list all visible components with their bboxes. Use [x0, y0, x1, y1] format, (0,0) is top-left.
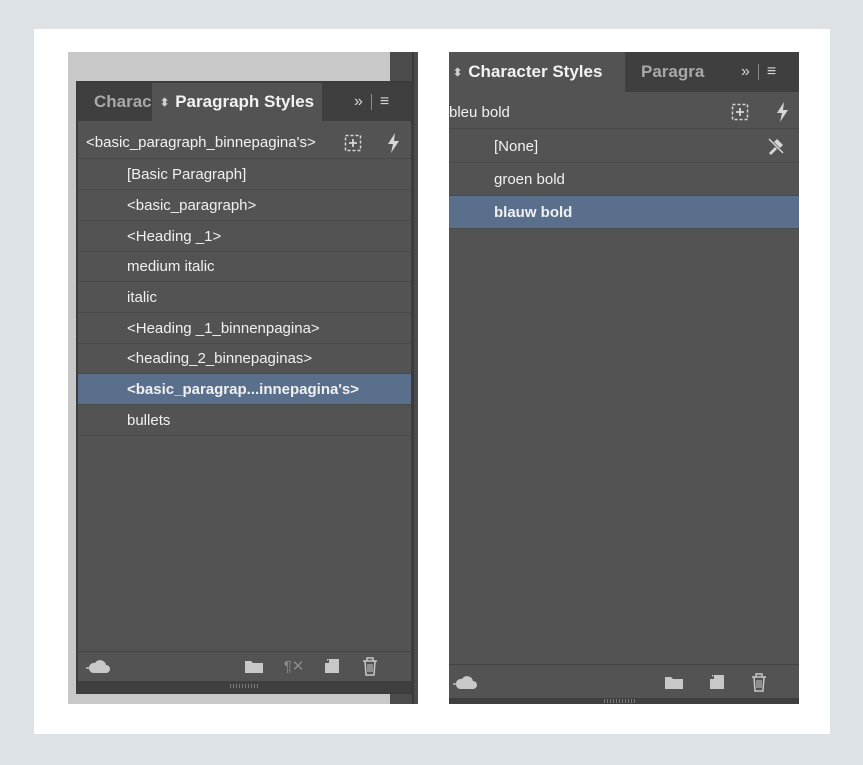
style-label: [None] [494, 137, 539, 155]
new-style-icon[interactable] [322, 655, 342, 677]
list-item[interactable]: medium italic [78, 252, 411, 282]
list-item[interactable]: groen bold [449, 163, 799, 196]
panel-tab-bar: ⬍ Character Styles Paragra » ≡ [449, 52, 799, 92]
list-item[interactable]: [Basic Paragraph] [78, 159, 411, 190]
quick-apply-icon[interactable] [382, 132, 404, 154]
new-style-group-icon[interactable] [729, 101, 751, 123]
list-item[interactable]: <Heading _1_binnenpagina> [78, 313, 411, 344]
tab-paragraph-styles[interactable]: ⬍ Paragraph Styles [152, 83, 322, 121]
list-item[interactable]: bullets [78, 405, 411, 436]
style-label: <heading_2_binnepaginas> [127, 350, 313, 367]
tab-label: Paragraph Styles [175, 92, 315, 111]
list-item-selected[interactable]: blauw bold [449, 196, 799, 229]
list-item[interactable]: <heading_2_binnepaginas> [78, 344, 411, 374]
style-label: <basic_paragraph> [127, 196, 257, 214]
tab-character-styles[interactable]: Charac [78, 83, 152, 121]
style-label: <Heading _1> [127, 227, 222, 245]
current-style-row: bleu bold [449, 96, 799, 129]
folder-icon[interactable] [663, 671, 685, 693]
style-label: italic [127, 288, 158, 306]
new-style-icon[interactable] [707, 671, 727, 693]
panel-footer [449, 664, 799, 698]
tab-character-styles[interactable]: ⬍ Character Styles [449, 52, 625, 92]
current-style-name: <basic_paragraph_binnepagina's> [86, 134, 316, 151]
character-styles-screenshot: ⬍ Character Styles Paragra » ≡ bleu bold… [449, 52, 799, 704]
style-label: medium italic [127, 258, 215, 275]
panel-menu-icon[interactable]: ≡ [380, 93, 389, 111]
list-item-selected[interactable]: <basic_paragrap...innepagina's> [78, 374, 411, 405]
style-label: [Basic Paragraph] [127, 165, 247, 183]
style-label: bullets [127, 411, 171, 429]
new-style-group-icon[interactable] [342, 132, 364, 154]
style-label: <Heading _1_binnenpagina> [127, 319, 320, 337]
paragraph-styles-screenshot: Charac ⬍ Paragraph Styles » ≡ <basic_par… [68, 52, 418, 704]
style-label: <basic_paragrap...innepagina's> [127, 380, 359, 398]
current-style-name: bleu bold [449, 103, 510, 121]
list-item[interactable]: <Heading _1> [78, 221, 411, 252]
list-item[interactable]: italic [78, 282, 411, 313]
cloud-sync-icon[interactable] [451, 670, 479, 694]
style-label: groen bold [494, 170, 565, 188]
paragraph-styles-panel: Charac ⬍ Paragraph Styles » ≡ <basic_par… [76, 81, 413, 694]
tab-label: Character Styles [468, 62, 603, 81]
current-style-row: <basic_paragraph_binnepagina's> [78, 127, 411, 159]
list-item[interactable]: <basic_paragraph> [78, 190, 411, 221]
collapse-chevron-icon[interactable]: » [741, 63, 750, 81]
no-override-brush-icon [765, 135, 787, 157]
style-label: blauw bold [494, 203, 573, 221]
panel-footer: ¶✕ [78, 651, 411, 681]
tab-label: Charac [94, 92, 152, 111]
panel-controls: » ≡ [354, 83, 389, 121]
panel-controls: » ≡ [741, 52, 776, 92]
clear-overrides-icon[interactable]: ¶✕ [280, 655, 308, 677]
list-item[interactable]: [None] [449, 130, 799, 163]
updown-arrows-icon: ⬍ [160, 96, 170, 109]
tab-paragraph-styles[interactable]: Paragra [625, 52, 707, 92]
resize-grip[interactable] [604, 699, 636, 703]
collapse-chevron-icon[interactable]: » [354, 93, 363, 111]
quick-apply-icon[interactable] [771, 101, 793, 123]
tab-label: Paragra [641, 62, 705, 81]
resize-grip[interactable] [230, 684, 260, 688]
folder-icon[interactable] [243, 655, 265, 677]
panel-menu-icon[interactable]: ≡ [767, 63, 776, 81]
trash-icon[interactable] [360, 654, 380, 678]
updown-arrows-icon: ⬍ [453, 66, 463, 79]
panel-tab-bar: Charac ⬍ Paragraph Styles » ≡ [78, 83, 411, 121]
cloud-sync-icon[interactable] [84, 654, 112, 678]
trash-icon[interactable] [749, 670, 769, 694]
